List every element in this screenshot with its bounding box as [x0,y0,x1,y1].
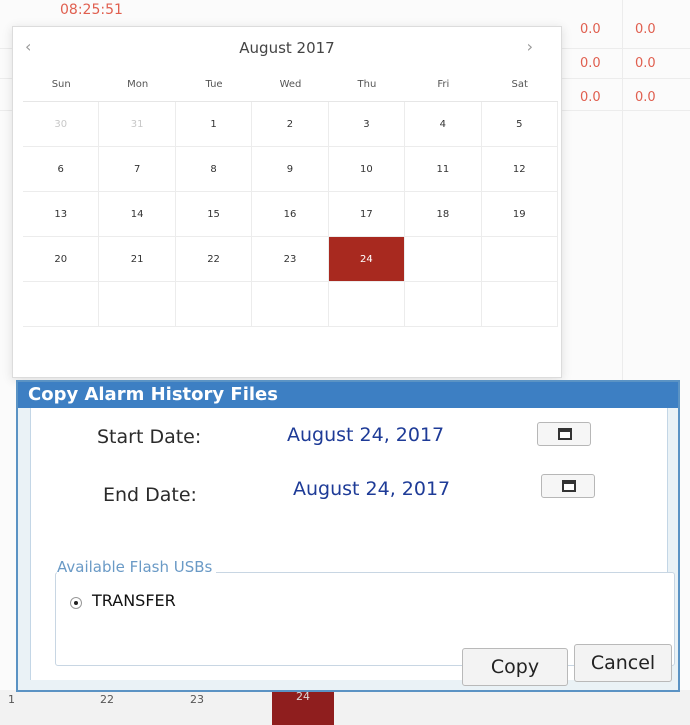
usb-option-label[interactable]: TRANSFER [92,591,176,610]
calendar-day [99,282,176,327]
value-cell: 0.0 [635,90,656,105]
calendar-day-grid: 30 31 1 2 3 4 5 6 7 8 9 10 11 12 13 14 15 16 17 18 19 20 21 22 2… [23,102,558,327]
calendar-month-title: August 2017 [239,39,335,57]
calendar-day [252,282,329,327]
calendar-icon [558,428,572,440]
value-cell: 0.0 [635,56,656,71]
calendar-day [328,282,406,327]
weekday-label: Thu [357,79,377,90]
usb-group-legend: Available Flash USBs [57,558,217,576]
calendar-day[interactable]: 22 [175,237,253,282]
calendar-day[interactable]: 9 [252,147,329,192]
calendar-day [481,282,558,327]
calendar-icon [562,480,576,492]
calendar-day-selected[interactable]: 24 [328,237,406,282]
calendar-day[interactable]: 19 [481,192,558,237]
calendar-day[interactable]: 10 [328,147,406,192]
calendar-day[interactable]: 20 [23,237,100,282]
calendar-day [405,282,482,327]
calendar-day[interactable]: 23 [252,237,329,282]
calendar-day[interactable]: 14 [99,192,176,237]
calendar-day[interactable]: 31 [99,102,176,147]
calendar-day[interactable]: 11 [405,147,482,192]
end-date-calendar-button[interactable] [541,474,595,498]
calendar-day[interactable]: 8 [175,147,253,192]
calendar-day[interactable]: 4 [405,102,482,147]
calendar-day[interactable]: 1 [175,102,253,147]
calendar-day[interactable]: 30 [23,102,100,147]
calendar-day[interactable]: 7 [99,147,176,192]
calendar-day [481,237,558,282]
cancel-button[interactable]: Cancel [574,644,672,682]
calendar-day [23,282,100,327]
value-cell: 0.0 [635,22,656,37]
radio-selected-dot [74,601,78,605]
start-date-label: Start Date: [97,426,202,448]
calendar-day[interactable]: 18 [405,192,482,237]
bottom-cell-selected: 24 [272,690,334,725]
copy-alarm-history-dialog: Copy Alarm History Files Start Date: Aug… [16,380,680,692]
calendar-day[interactable]: 17 [328,192,406,237]
weekday-label: Fri [437,79,450,90]
chevron-right-icon[interactable]: › [527,37,533,56]
calendar-day[interactable]: 12 [481,147,558,192]
calendar-day [405,237,482,282]
copy-button[interactable]: Copy [462,648,568,686]
value-cell: 0.0 [580,56,601,71]
bottom-cell: 22 [100,693,114,706]
weekday-label: Wed [279,79,302,90]
bottom-cell: 1 [8,693,15,706]
usb-radio-transfer[interactable] [70,597,82,609]
weekday-header: Sun Mon Tue Wed Thu Fri Sat [23,79,558,102]
dialog-body: Start Date: August 24, 2017 End Date: Au… [30,408,675,680]
value-cell: 0.0 [580,90,601,105]
end-date-label: End Date: [103,484,197,506]
bottom-cell: 23 [190,693,204,706]
date-picker-popup: ‹ August 2017 › Sun Mon Tue Wed Thu Fri … [12,26,562,378]
weekday-label: Sun [51,79,71,90]
start-date-calendar-button[interactable] [537,422,591,446]
calendar-day[interactable]: 3 [328,102,406,147]
weekday-label: Tue [205,79,223,90]
end-date-value[interactable]: August 24, 2017 [293,478,450,500]
calendar-day[interactable]: 13 [23,192,100,237]
calendar-day[interactable]: 2 [252,102,329,147]
weekday-label: Sat [511,79,528,90]
calendar-day[interactable]: 6 [23,147,100,192]
calendar-day [175,282,253,327]
calendar-day[interactable]: 16 [252,192,329,237]
weekday-label: Mon [127,79,149,90]
calendar-day[interactable]: 5 [481,102,558,147]
value-cell: 0.0 [580,22,601,37]
start-date-value[interactable]: August 24, 2017 [287,424,444,446]
calendar-day[interactable]: 21 [99,237,176,282]
dialog-title: Copy Alarm History Files [18,382,678,408]
calendar-day[interactable]: 15 [175,192,253,237]
timestamp: 08:25:51 [60,2,123,18]
